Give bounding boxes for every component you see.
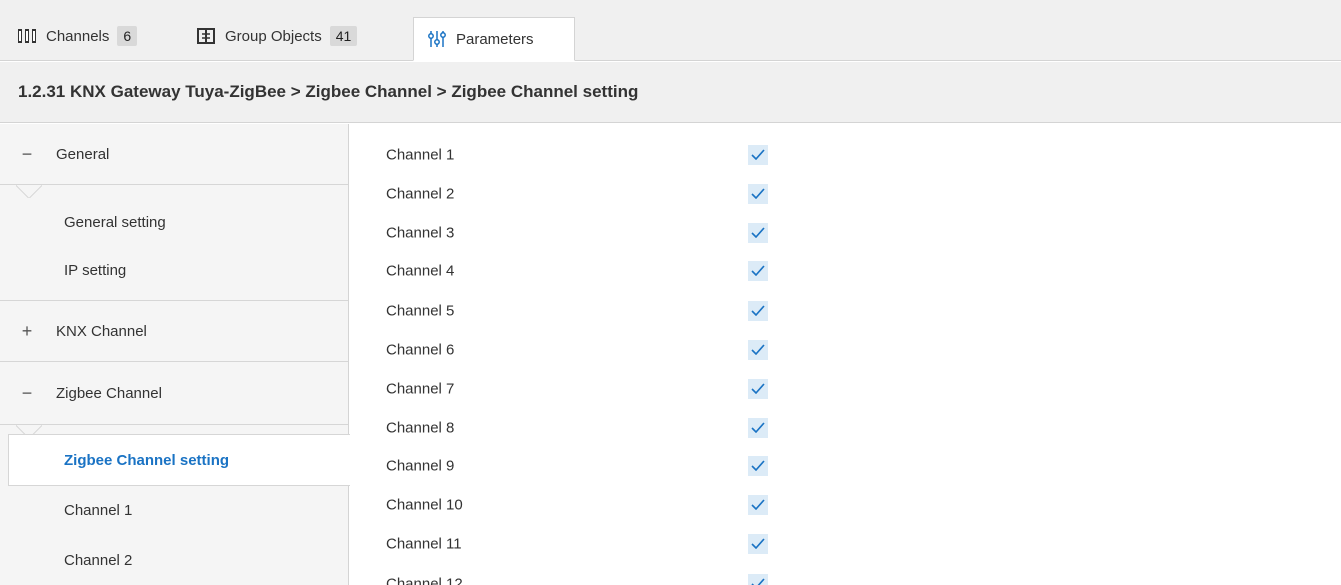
sidebar-group-label: KNX Channel	[56, 322, 147, 340]
check-icon	[751, 149, 765, 160]
parameter-row: Channel 4	[350, 251, 1341, 290]
divider	[0, 424, 348, 425]
check-icon	[751, 422, 765, 433]
expand-icon[interactable]: +	[18, 321, 36, 342]
collapse-icon[interactable]: −	[18, 144, 36, 165]
tab-parameters[interactable]: Parameters	[413, 17, 575, 61]
channel-10-checkbox[interactable]	[748, 494, 768, 515]
channel-6-checkbox[interactable]	[748, 339, 768, 360]
check-icon	[751, 383, 765, 394]
channels-count-badge: 6	[117, 26, 138, 46]
tab-channels[interactable]: Channels 6	[18, 22, 138, 50]
parameter-label: Channel 12	[386, 575, 463, 585]
parameter-row: Channel 1	[350, 135, 1341, 174]
divider	[0, 184, 348, 185]
parameter-label: Channel 4	[386, 262, 455, 279]
sidebar-group-label: General	[56, 145, 110, 163]
parameter-label: Channel 11	[386, 535, 462, 552]
parameter-row: Channel 2	[350, 174, 1341, 213]
check-icon	[751, 188, 765, 199]
sidebar-item-general-setting[interactable]: General setting	[64, 214, 166, 231]
channels-icon	[18, 29, 36, 43]
group-expanded-notch	[16, 185, 42, 198]
sidebar-group-label: Zigbee Channel	[56, 384, 162, 402]
sidebar-item-channel-2[interactable]: Channel 2	[64, 552, 132, 569]
group-objects-icon	[197, 28, 215, 44]
channel-7-checkbox[interactable]	[748, 378, 768, 399]
parameter-label: Channel 3	[386, 224, 455, 241]
check-icon	[751, 499, 765, 510]
tab-group-objects-label: Group Objects	[225, 27, 322, 45]
channel-4-checkbox[interactable]	[748, 260, 768, 281]
channel-8-checkbox[interactable]	[748, 417, 768, 438]
parameters-panel: Channel 1 Channel 2 Channel 3 Channel 4 …	[350, 124, 1341, 585]
sidebar-group-knx-channel[interactable]: + KNX Channel	[0, 301, 348, 361]
parameter-label: Channel 10	[386, 496, 463, 513]
tab-bar: Channels 6 Group Objects 41 Parameters	[0, 0, 1341, 61]
sidebar-group-zigbee-channel[interactable]: − Zigbee Channel	[0, 362, 348, 424]
check-icon	[751, 578, 765, 585]
breadcrumb: 1.2.31 KNX Gateway Tuya-ZigBee > Zigbee …	[0, 62, 1341, 123]
channel-12-checkbox[interactable]	[748, 573, 768, 585]
parameter-row: Channel 7	[350, 369, 1341, 408]
channel-11-checkbox[interactable]	[748, 533, 768, 554]
channel-1-checkbox[interactable]	[748, 144, 768, 165]
sidebar-item-channel-1[interactable]: Channel 1	[64, 502, 132, 519]
parameters-sliders-icon	[428, 30, 446, 48]
parameter-label: Channel 2	[386, 185, 455, 202]
parameter-row: Channel 9	[350, 446, 1341, 485]
collapse-icon[interactable]: −	[18, 383, 36, 404]
channel-3-checkbox[interactable]	[748, 222, 768, 243]
parameter-row: Channel 10	[350, 485, 1341, 524]
check-icon	[751, 460, 765, 471]
check-icon	[751, 227, 765, 238]
check-icon	[751, 538, 765, 549]
parameter-label: Channel 9	[386, 457, 455, 474]
parameter-label: Channel 5	[386, 302, 455, 319]
parameter-tree-sidebar: − General General setting IP setting + K…	[0, 124, 349, 585]
channel-2-checkbox[interactable]	[748, 183, 768, 204]
parameter-row: Channel 12	[350, 564, 1341, 585]
parameter-label: Channel 6	[386, 341, 455, 358]
tab-parameters-label: Parameters	[456, 30, 534, 48]
parameter-row: Channel 3	[350, 213, 1341, 252]
channel-9-checkbox[interactable]	[748, 455, 768, 476]
check-icon	[751, 344, 765, 355]
parameter-row: Channel 5	[350, 291, 1341, 330]
tab-channels-label: Channels	[46, 27, 110, 45]
sidebar-item-zigbee-channel-setting[interactable]: Zigbee Channel setting	[8, 434, 350, 486]
channel-5-checkbox[interactable]	[748, 300, 768, 321]
tab-group-objects[interactable]: Group Objects 41	[197, 22, 358, 50]
group-objects-count-badge: 41	[329, 26, 358, 46]
check-icon	[751, 305, 765, 316]
parameter-row: Channel 6	[350, 330, 1341, 369]
parameter-label: Channel 1	[386, 146, 455, 163]
parameter-label: Channel 8	[386, 419, 455, 436]
sidebar-item-ip-setting[interactable]: IP setting	[64, 262, 126, 279]
sidebar-group-general[interactable]: − General	[0, 124, 348, 184]
parameter-row: Channel 11	[350, 524, 1341, 563]
parameter-label: Channel 7	[386, 380, 455, 397]
parameter-row: Channel 8	[350, 408, 1341, 447]
check-icon	[751, 265, 765, 276]
